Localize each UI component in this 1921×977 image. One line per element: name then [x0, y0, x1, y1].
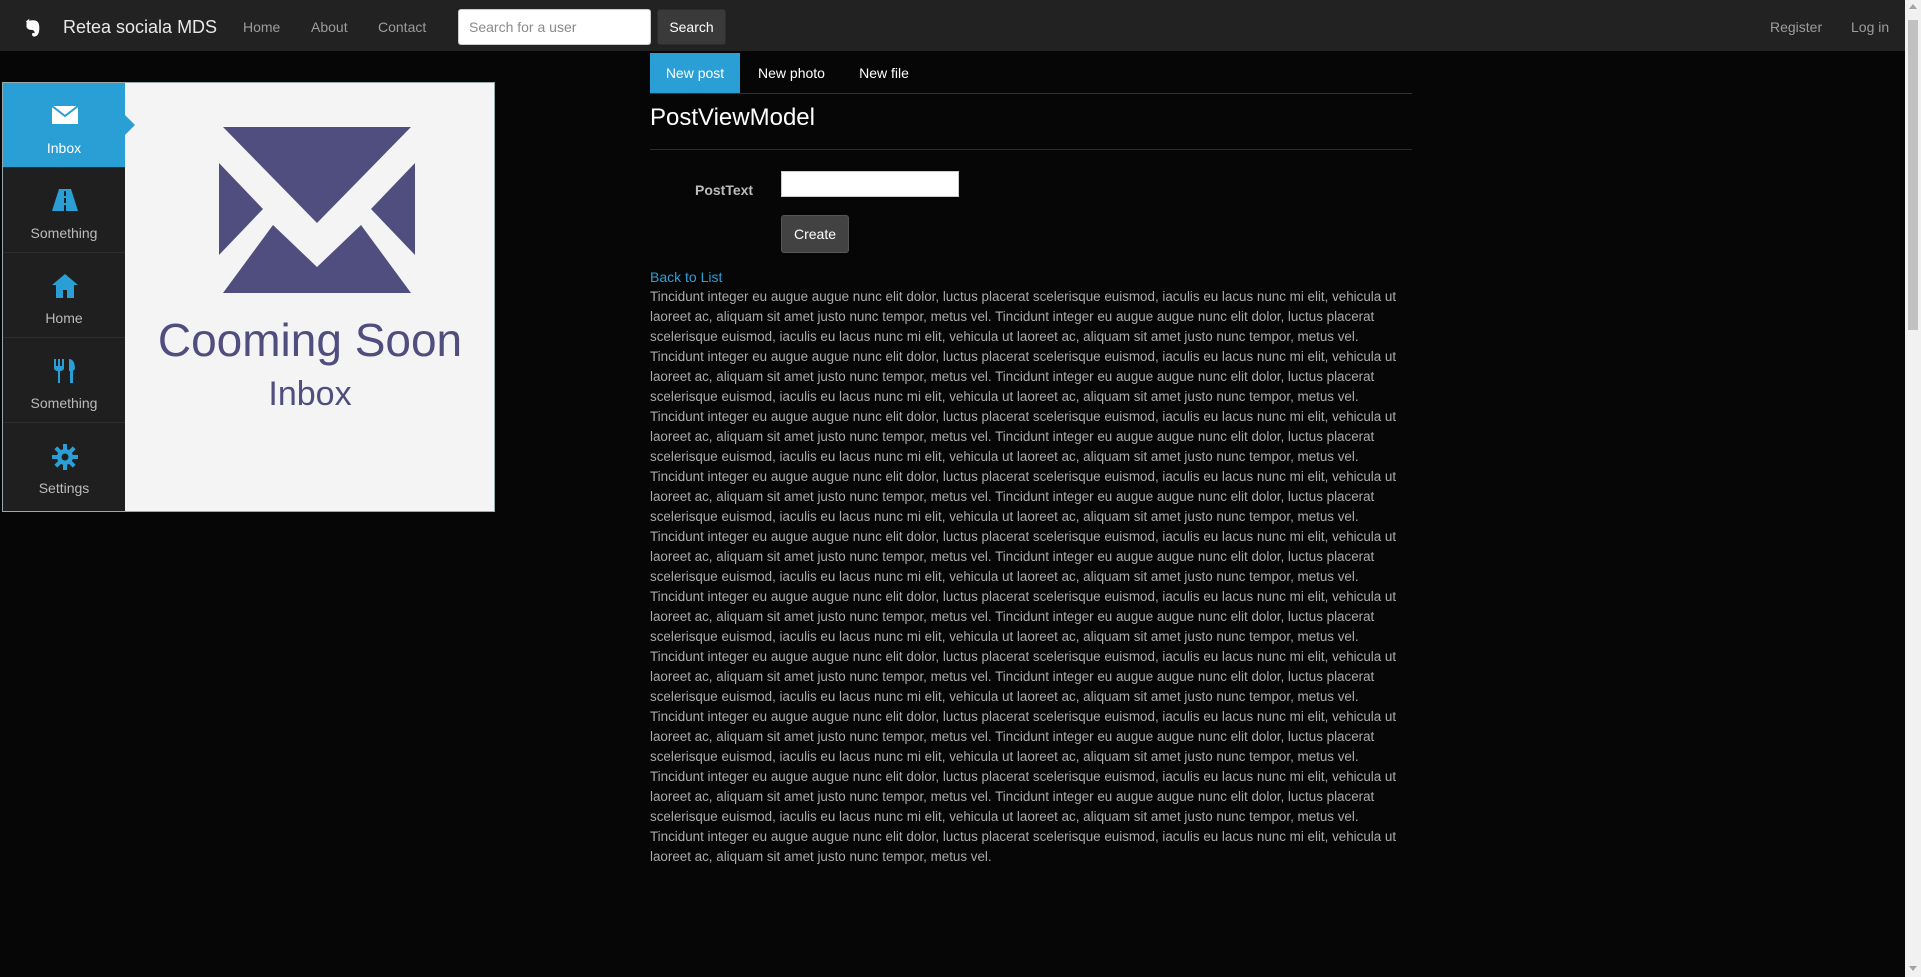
posttext-input[interactable]	[781, 171, 959, 197]
road-icon	[52, 189, 78, 211]
page-title: PostViewModel	[650, 104, 815, 131]
side-item-label: Something	[30, 225, 98, 241]
register-link[interactable]: Register	[1770, 19, 1822, 35]
posttext-label: PostText	[695, 182, 754, 198]
side-item-label: Home	[45, 310, 83, 326]
body-text: Tincidunt integer eu augue augue nunc el…	[650, 289, 1397, 864]
inbox-widget: Inbox Something Home Something Settings …	[2, 82, 495, 512]
back-to-list-link[interactable]: Back to List	[650, 269, 722, 285]
side-item-settings[interactable]: Settings	[3, 423, 125, 508]
nav-home-link[interactable]: Home	[243, 19, 280, 35]
page-scrollbar[interactable]	[1905, 0, 1921, 977]
envelope-illustration-icon	[219, 127, 415, 293]
side-item-home[interactable]: Home	[3, 253, 125, 338]
envelope-icon	[52, 105, 78, 124]
home-icon	[52, 274, 78, 298]
coming-soon-subtitle: Inbox	[268, 375, 352, 413]
login-link[interactable]: Log in	[1851, 19, 1889, 35]
cutlery-icon	[54, 359, 75, 383]
side-item-something[interactable]: Something	[3, 168, 125, 253]
brand-title[interactable]: Retea sociala MDS	[63, 17, 217, 38]
search-button[interactable]: Search	[657, 9, 726, 45]
scroll-up-arrow-icon[interactable]	[1909, 4, 1917, 9]
create-button[interactable]: Create	[781, 215, 849, 253]
user-search-input[interactable]	[458, 9, 651, 45]
divider	[650, 149, 1412, 150]
side-item-label: Something	[30, 395, 98, 411]
side-item-inbox[interactable]: Inbox	[3, 83, 125, 168]
coming-soon-title: Cooming Soon	[157, 314, 463, 366]
tab-new-photo[interactable]: New photo	[740, 53, 843, 93]
side-item-label: Inbox	[46, 140, 82, 156]
side-item-something-2[interactable]: Something	[3, 338, 125, 423]
side-item-label: Settings	[38, 480, 90, 496]
scroll-thumb[interactable]	[1908, 20, 1918, 330]
tab-new-file[interactable]: New file	[843, 53, 925, 93]
tab-new-post[interactable]: New post	[650, 53, 740, 93]
evernote-logo-icon[interactable]	[21, 17, 43, 39]
navbar: Retea sociala MDS Home About Contact Sea…	[0, 0, 1905, 52]
side-menu: Inbox Something Home Something Settings	[3, 83, 125, 511]
nav-about-link[interactable]: About	[311, 19, 348, 35]
gear-icon	[52, 444, 78, 470]
post-type-tabs: New post New photo New file	[650, 53, 1412, 94]
nav-contact-link[interactable]: Contact	[378, 19, 426, 35]
scroll-down-arrow-icon[interactable]	[1909, 966, 1917, 971]
active-indicator-arrow	[125, 115, 135, 135]
